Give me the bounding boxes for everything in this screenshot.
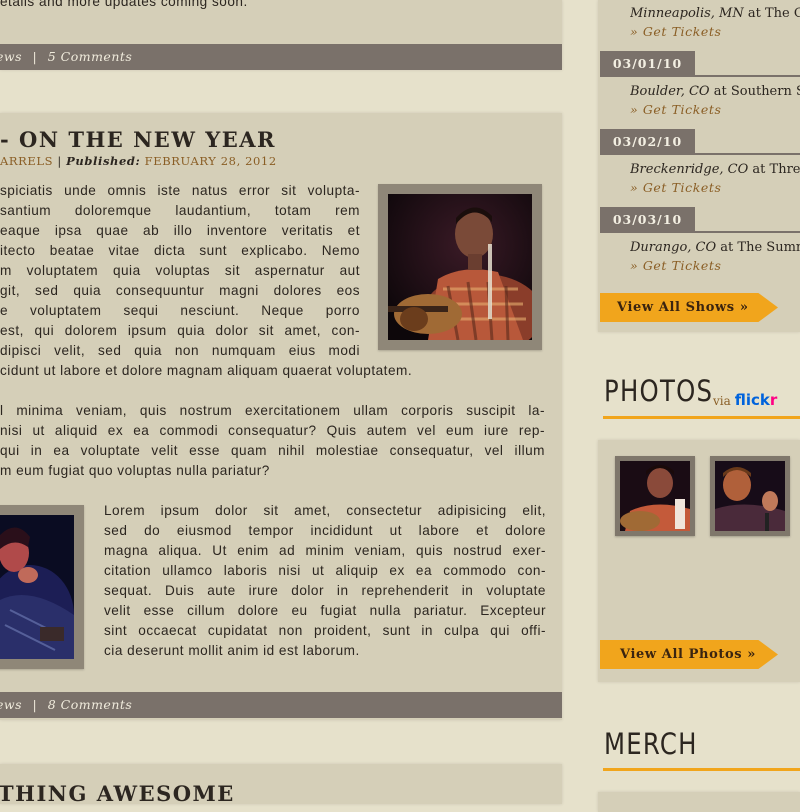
- text-line: m eum fugiat quo voluptas nulla pariatur…: [0, 463, 270, 478]
- get-tickets-link[interactable]: » Get Tickets: [630, 258, 722, 273]
- meta-separator: |: [32, 697, 38, 712]
- get-tickets-link[interactable]: » Get Tickets: [630, 24, 722, 39]
- thumbnail-image: [715, 461, 785, 531]
- thumbnail-image: [620, 461, 690, 531]
- text-line: sequat. Duis aute irure dolor in reprehe…: [104, 583, 546, 598]
- byline-separator: |: [57, 154, 62, 168]
- text-line: sed do eiusmod tempor incididunt ut labo…: [104, 523, 546, 538]
- date-divider: [600, 153, 800, 155]
- category-link[interactable]: ews: [0, 44, 22, 70]
- meta-separator: |: [32, 49, 38, 64]
- comments-link[interactable]: 5 Comments: [48, 44, 133, 70]
- show-venue-line: Durango, CO at The Summ: [630, 240, 800, 255]
- published-date: FEBRUARY 28, 2012: [144, 154, 277, 168]
- date-divider: [600, 231, 800, 233]
- text-line: dipisci velit, sed quia non numquam eius…: [0, 343, 360, 358]
- text-line: cia deserunt mollit anim id est laborum.: [104, 643, 360, 658]
- text-line: m voluptatem quia voluptas sit aspernatu…: [0, 263, 360, 278]
- view-all-shows-button[interactable]: View All Shows »: [600, 293, 778, 322]
- post-photo-guitarist[interactable]: [378, 184, 542, 350]
- date-divider: [600, 75, 800, 77]
- show-venue-line: Minneapolis, MN at The C: [630, 6, 800, 21]
- text-line: cidunt ut labore et dolore magnam aliqua…: [0, 363, 413, 378]
- view-all-photos-button[interactable]: View All Photos »: [600, 640, 778, 669]
- photo-thumbnail[interactable]: [710, 456, 790, 536]
- merch-panel: [598, 792, 800, 812]
- post-photo-singer[interactable]: [0, 505, 84, 669]
- merch-heading: MERCH: [604, 727, 698, 761]
- show-city: Breckenridge, CO: [630, 162, 749, 177]
- text-line: spiciatis unde omnis iste natus error si…: [0, 183, 360, 198]
- published-label: Published:: [66, 154, 141, 168]
- post-title[interactable]: - ON THE NEW YEAR: [0, 127, 276, 152]
- text-line: nisi ut aliquid ex ea commodi consequatu…: [0, 423, 545, 438]
- photos-heading-rule: [603, 416, 800, 419]
- text-line: sint occaecat cupidatat non proident, su…: [104, 623, 546, 638]
- merch-heading-rule: [603, 768, 800, 771]
- text-line: qui in ea voluptate velit esse quam nihi…: [0, 443, 545, 458]
- show-city: Boulder, CO: [630, 84, 710, 99]
- previous-post-meta-bar: ews | 5 Comments: [0, 44, 562, 70]
- text-line: Lorem ipsum dolor sit amet, consectetur …: [104, 503, 546, 518]
- category-link[interactable]: ews: [0, 692, 22, 718]
- next-post-title[interactable]: THING AWESOME: [0, 781, 235, 806]
- text-line: eaque ipsa quae ab illo inventore verita…: [0, 223, 360, 238]
- text-line: magna aliqua. Ut enim ad minim veniam, q…: [104, 543, 546, 558]
- show-at: at: [752, 162, 766, 177]
- post-author-link[interactable]: ARRELS: [0, 154, 53, 168]
- singer-photo-image: [0, 515, 74, 659]
- show-city: Minneapolis, MN: [630, 6, 744, 21]
- text-line: itecto beatae vitae dicta sunt explicabo…: [0, 243, 360, 258]
- photo-thumbnail[interactable]: [615, 456, 695, 536]
- show-at: at: [747, 6, 761, 21]
- show-at: at: [713, 84, 727, 99]
- text-line: git, sed quia consequuntur magni dolores…: [0, 283, 360, 298]
- show-venue: Southern S: [730, 84, 800, 99]
- show-date: 03/03/10: [600, 207, 695, 233]
- show-date: 03/02/10: [600, 129, 695, 155]
- post-byline: ARRELS | Published: FEBRUARY 28, 2012: [0, 154, 277, 168]
- show-venue-line: Boulder, CO at Southern S: [630, 84, 800, 99]
- show-city: Durango, CO: [630, 240, 717, 255]
- photos-heading-text: PHOTOS: [604, 374, 714, 408]
- get-tickets-link[interactable]: » Get Tickets: [630, 102, 722, 117]
- comments-link[interactable]: 8 Comments: [48, 692, 133, 718]
- text-line: e voluptatem sequi nesciunt. Neque porro: [0, 303, 360, 318]
- show-date: 03/01/10: [600, 51, 695, 77]
- show-venue: The C: [765, 6, 800, 21]
- show-at: at: [720, 240, 734, 255]
- via-label: via: [713, 394, 731, 408]
- via-flickr[interactable]: via flickr: [713, 391, 777, 410]
- previous-post-last-line: etails and more updates coming soon.: [0, 0, 248, 9]
- show-venue: Three: [769, 162, 800, 177]
- flickr-logo-pink: r: [769, 391, 778, 409]
- get-tickets-link[interactable]: » Get Tickets: [630, 180, 722, 195]
- text-line: citation ullamco laboris nisi ut aliquip…: [104, 563, 546, 578]
- show-venue: The Summ: [737, 240, 800, 255]
- show-venue-line: Breckenridge, CO at Three: [630, 162, 800, 177]
- guitarist-photo-image: [388, 194, 532, 340]
- flickr-logo-blue: flick: [734, 391, 770, 409]
- photos-heading: PHOTOS: [604, 374, 713, 408]
- text-line: est, qui dolorem ipsum quia dolor sit am…: [0, 323, 360, 338]
- text-line: velit esse cillum dolore eu fugiat nulla…: [104, 603, 546, 618]
- post-meta-bar: ews | 8 Comments: [0, 692, 562, 718]
- text-line: santium doloremque laudantium, totam rem: [0, 203, 360, 218]
- text-line: l minima veniam, quis nostrum exercitati…: [0, 403, 545, 418]
